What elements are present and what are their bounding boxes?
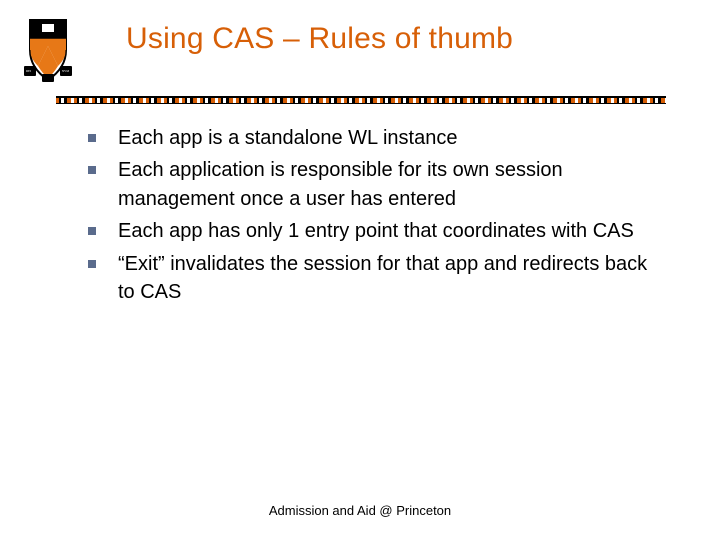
header: DEI NVM Using CAS – Rules of thumb xyxy=(0,0,720,84)
bullet-icon xyxy=(88,134,96,142)
bullet-text: Each application is responsible for its … xyxy=(118,156,652,213)
svg-text:DEI: DEI xyxy=(26,69,31,73)
list-item: “Exit” invalidates the session for that … xyxy=(88,250,652,307)
list-item: Each app has only 1 entry point that coo… xyxy=(88,217,652,245)
bullet-icon xyxy=(88,227,96,235)
bullet-list: Each app is a standalone WL instance Eac… xyxy=(0,104,720,306)
bullet-icon xyxy=(88,260,96,268)
bullet-icon xyxy=(88,166,96,174)
footer-text: Admission and Aid @ Princeton xyxy=(0,503,720,518)
list-item: Each application is responsible for its … xyxy=(88,156,652,213)
bullet-text: Each app is a standalone WL instance xyxy=(118,124,457,152)
list-item: Each app is a standalone WL instance xyxy=(88,124,652,152)
divider xyxy=(56,96,666,104)
bullet-text: “Exit” invalidates the session for that … xyxy=(118,250,652,307)
bullet-text: Each app has only 1 entry point that coo… xyxy=(118,217,634,245)
svg-text:NVM: NVM xyxy=(62,69,69,73)
slide-title: Using CAS – Rules of thumb xyxy=(126,22,513,56)
princeton-shield-icon: DEI NVM xyxy=(20,18,76,84)
